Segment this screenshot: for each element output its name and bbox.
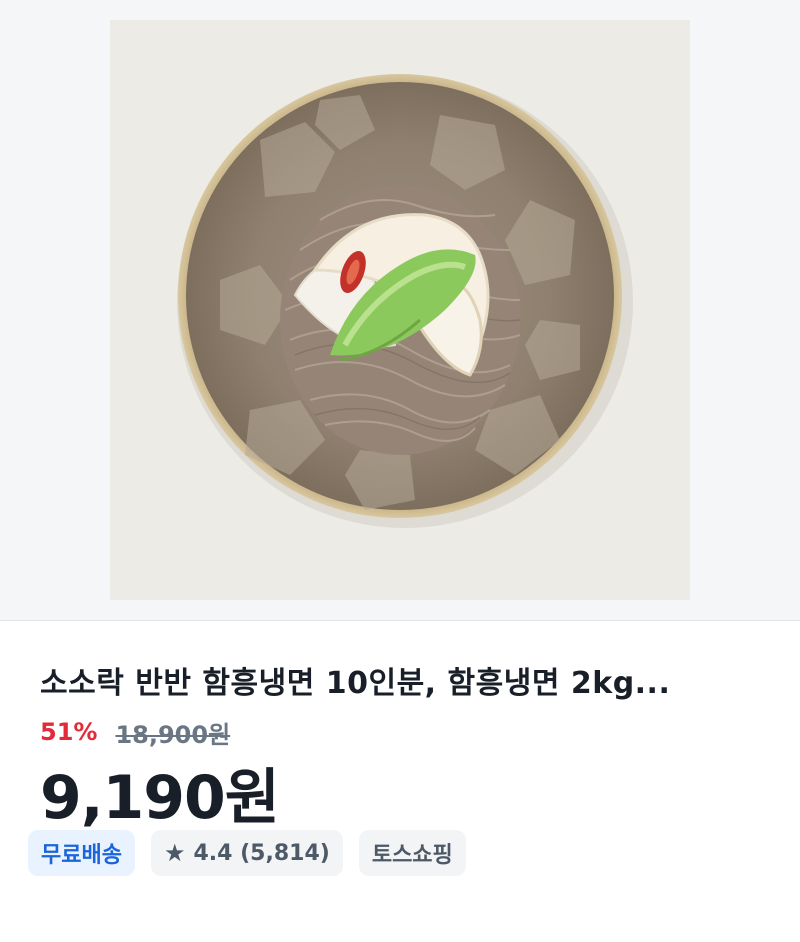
free-shipping-label: 무료배송 [41,843,122,868]
product-title[interactable]: 소소락 반반 함흥냉면 10인분, 함흥냉면 2kg... [40,658,760,702]
seller-badge: 토스쇼핑 [358,830,466,876]
divider [0,620,800,621]
sale-price: 9,190원 [40,763,280,833]
discount-row: 51% 18,900원 [40,714,230,750]
star-icon: ★ [163,839,186,867]
free-shipping-badge: 무료배송 [28,830,135,876]
rating-badge: ★ 4.4 (5,814) [150,830,343,876]
badge-list: 무료배송 ★ 4.4 (5,814) 토스쇼핑 [28,830,466,876]
product-image-area [0,0,800,620]
discount-rate: 51% [40,718,98,746]
product-photo[interactable] [110,20,690,600]
original-price: 18,900원 [115,720,231,749]
rating-label: 4.4 (5,814) [193,840,330,866]
seller-label: 토스쇼핑 [371,843,453,868]
